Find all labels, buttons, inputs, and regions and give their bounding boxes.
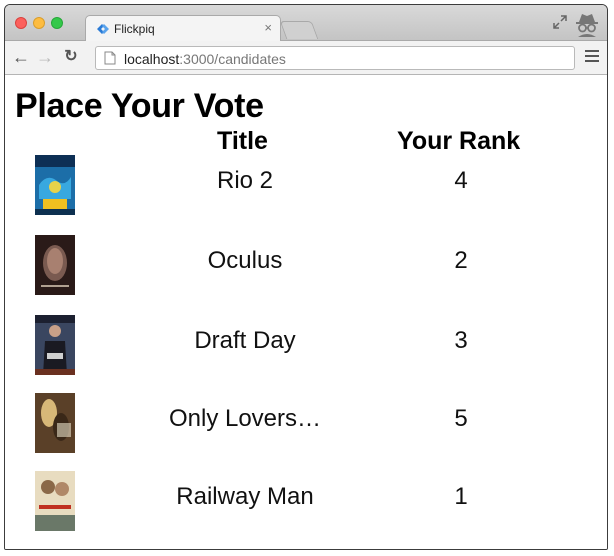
tab-close-icon[interactable]: × [264, 20, 272, 35]
column-header-title: Title [217, 127, 268, 155]
oculus-poster [35, 235, 75, 295]
tab-flickpiq[interactable]: Flickpiq × [85, 15, 281, 42]
flickpiq-favicon-icon [97, 24, 109, 34]
rank-value[interactable]: 5 [441, 405, 481, 433]
movie-title: Rio 2 [216, 167, 274, 194]
browser-toolbar: ← → ↻ localhost:3000/candidates [5, 41, 607, 75]
close-window-button[interactable] [15, 17, 27, 29]
forward-arrow-icon[interactable]: → [35, 47, 55, 67]
minimize-window-button[interactable] [33, 17, 45, 29]
browser-window: Flickpiq × ← → ↻ localhost:3000/candidat… [4, 4, 608, 550]
candidate-row: Draft Day 3 [5, 315, 607, 375]
maximize-window-button[interactable] [51, 17, 63, 29]
rio-2-poster [35, 155, 75, 215]
hamburger-menu-icon[interactable] [585, 50, 599, 64]
rank-value[interactable]: 2 [441, 247, 481, 275]
movie-title: Railway Man [176, 483, 314, 510]
address-bar[interactable]: localhost:3000/candidates [95, 46, 575, 70]
only-lovers-poster [35, 393, 75, 453]
tab-strip: Flickpiq × [5, 5, 607, 42]
new-tab-button[interactable] [279, 21, 319, 39]
candidate-row: Only Lovers… 5 [5, 393, 607, 453]
url-path: :3000/candidates [179, 51, 286, 67]
candidate-row: Railway Man 1 [5, 471, 607, 531]
page-title: Place Your Vote [15, 87, 264, 125]
url-text: localhost:3000/candidates [124, 51, 286, 67]
tab-title: Flickpiq [114, 22, 155, 36]
candidate-row: Rio 2 4 [5, 155, 607, 215]
incognito-icon [576, 14, 598, 37]
url-host: localhost [124, 51, 180, 67]
candidate-row: Oculus 2 [5, 235, 607, 295]
rank-value[interactable]: 3 [441, 327, 481, 355]
movie-title: Oculus [207, 247, 283, 274]
fullscreen-icon[interactable] [553, 15, 567, 29]
rank-value[interactable]: 1 [441, 483, 481, 511]
page-icon [104, 51, 116, 65]
rank-value[interactable]: 4 [441, 167, 481, 195]
movie-title: Only Lovers… [168, 405, 322, 432]
movie-title: Draft Day [194, 327, 296, 354]
column-header-rank: Your Rank [397, 127, 521, 155]
railway-man-poster [35, 471, 75, 531]
reload-icon[interactable]: ↻ [61, 47, 81, 67]
draft-day-poster [35, 315, 75, 375]
back-arrow-icon[interactable]: ← [11, 47, 31, 67]
page-content: Place Your Vote Title Your Rank Rio 2 4 [5, 75, 607, 549]
